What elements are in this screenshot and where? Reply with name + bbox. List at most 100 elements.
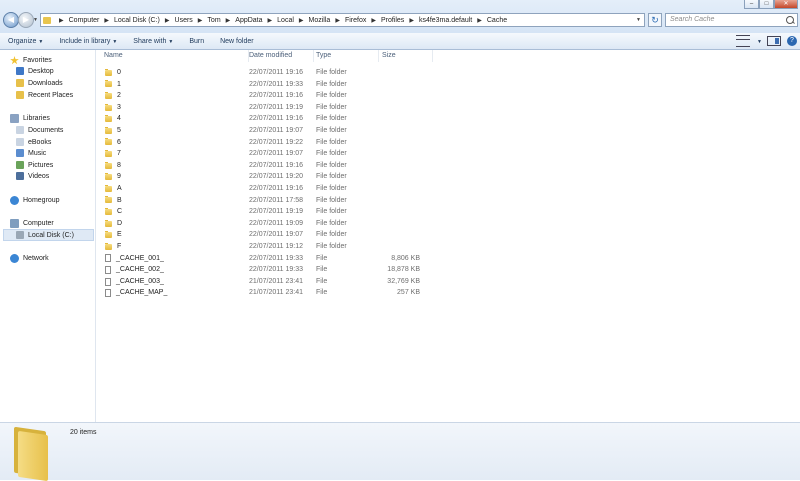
- nav-network[interactable]: Network: [10, 254, 49, 263]
- nav-favorites[interactable]: Favorites: [10, 56, 52, 65]
- share-with-button[interactable]: Share with ▼: [125, 38, 181, 45]
- refresh-button[interactable]: ↻: [648, 13, 662, 27]
- chevron-right-icon[interactable]: ▶: [165, 17, 170, 24]
- column-header-date[interactable]: Date modified: [249, 50, 314, 62]
- new-folder-button[interactable]: New folder: [212, 38, 261, 45]
- column-header-type[interactable]: Type: [316, 50, 379, 62]
- breadcrumb-item[interactable]: Local: [277, 17, 294, 24]
- table-row[interactable]: _CACHE_003_ 21/07/2011 23:41 File 32,769 KB: [96, 276, 800, 288]
- file-type-cell: File: [316, 266, 328, 274]
- file-type-cell: File folder: [316, 185, 347, 192]
- table-row[interactable]: F 22/07/2011 19:12 File folder: [96, 241, 800, 253]
- views-icon[interactable]: [736, 35, 751, 47]
- file-name-cell: _CACHE_001_: [105, 253, 164, 265]
- table-row[interactable]: E 22/07/2011 19:07 File folder: [96, 229, 800, 241]
- table-row[interactable]: 4 22/07/2011 19:16 File folder: [96, 113, 800, 125]
- breadcrumb-item[interactable]: Firefox: [345, 17, 366, 24]
- breadcrumb-item[interactable]: Users: [175, 17, 193, 24]
- table-row[interactable]: 9 22/07/2011 19:20 File folder: [96, 171, 800, 183]
- nav-libraries[interactable]: Libraries: [10, 114, 50, 123]
- file-name: A: [117, 185, 122, 192]
- chevron-right-icon[interactable]: ▶: [268, 17, 273, 24]
- include-in-library-button[interactable]: Include in library ▼: [51, 38, 125, 45]
- nav-item-desktop[interactable]: Desktop: [16, 67, 54, 75]
- file-name-cell: _CACHE_MAP_: [105, 287, 167, 299]
- chevron-right-icon[interactable]: ▶: [198, 17, 203, 24]
- file-name: 7: [117, 150, 121, 158]
- table-row[interactable]: 2 22/07/2011 19:16 File folder: [96, 90, 800, 102]
- file-type-cell: File folder: [316, 115, 347, 123]
- minimize-button[interactable]: –: [744, 0, 759, 9]
- file-date-cell: 21/07/2011 23:41: [249, 277, 303, 285]
- chevron-right-icon[interactable]: ▶: [335, 17, 340, 24]
- table-row[interactable]: _CACHE_001_ 22/07/2011 19:33 File 8,806 KB: [96, 253, 800, 265]
- table-row[interactable]: C 22/07/2011 19:19 File folder: [96, 206, 800, 218]
- file-name: 6: [117, 138, 121, 146]
- file-date-cell: 22/07/2011 19:16: [249, 92, 303, 100]
- nav-item-label: Desktop: [28, 67, 54, 75]
- forward-button[interactable]: ▶: [18, 12, 34, 28]
- table-row[interactable]: 1 22/07/2011 19:33 File folder: [96, 79, 800, 91]
- address-dropdown-icon[interactable]: ▼: [636, 17, 641, 23]
- help-icon[interactable]: ?: [787, 36, 797, 46]
- table-row[interactable]: B 22/07/2011 17:58 File folder: [96, 195, 800, 207]
- nav-homegroup[interactable]: Homegroup: [10, 196, 60, 205]
- nav-item-music[interactable]: Music: [16, 149, 46, 157]
- breadcrumb-item[interactable]: Cache: [487, 17, 507, 24]
- table-row[interactable]: A 22/07/2011 19:16 File folder: [96, 183, 800, 195]
- chevron-right-icon[interactable]: ▶: [299, 17, 304, 24]
- nav-item-label: eBooks: [28, 138, 52, 146]
- breadcrumb-item[interactable]: ks4fe3ma.default: [419, 17, 472, 24]
- nav-item-recent-places[interactable]: Recent Places: [16, 91, 73, 99]
- breadcrumb-item[interactable]: Profiles: [381, 17, 404, 24]
- table-row[interactable]: D 22/07/2011 19:09 File folder: [96, 218, 800, 230]
- file-date-cell: 21/07/2011 23:41: [249, 289, 303, 297]
- table-row[interactable]: 6 22/07/2011 19:22 File folder: [96, 137, 800, 149]
- table-row[interactable]: _CACHE_002_ 22/07/2011 19:33 File 18,878 KB: [96, 264, 800, 276]
- table-row[interactable]: 0 22/07/2011 19:16 File folder: [96, 67, 800, 79]
- file-date-cell: 22/07/2011 19:07: [249, 231, 303, 239]
- search-input[interactable]: Search Cache: [665, 13, 798, 27]
- chevron-right-icon[interactable]: ▶: [409, 17, 414, 24]
- nav-item-videos[interactable]: Videos: [16, 172, 49, 180]
- nav-item-pictures[interactable]: Pictures: [16, 161, 53, 169]
- folder-icon: [105, 138, 112, 146]
- preview-pane-icon[interactable]: [767, 36, 781, 46]
- nav-computer[interactable]: Computer: [10, 219, 54, 228]
- nav-item-ebooks[interactable]: eBooks: [16, 138, 51, 146]
- breadcrumb-item[interactable]: Computer: [69, 17, 100, 24]
- nav-item-downloads[interactable]: Downloads: [16, 79, 63, 87]
- chevron-right-icon[interactable]: ▶: [59, 17, 64, 24]
- organize-button[interactable]: Organize ▼: [0, 38, 51, 45]
- views-dropdown-icon[interactable]: ▼: [753, 38, 764, 45]
- chevron-right-icon[interactable]: ▶: [371, 17, 376, 24]
- window-controls: – □ ✕: [744, 0, 798, 9]
- column-header-size[interactable]: Size: [382, 50, 433, 62]
- breadcrumb-item[interactable]: Tom: [207, 17, 220, 24]
- chevron-right-icon[interactable]: ▶: [477, 17, 482, 24]
- nav-item-documents[interactable]: Documents: [16, 126, 63, 134]
- maximize-button[interactable]: □: [759, 0, 774, 9]
- chevron-right-icon[interactable]: ▶: [226, 17, 231, 24]
- recent-pages-dropdown[interactable]: ▼: [33, 17, 38, 23]
- file-date-cell: 22/07/2011 19:07: [249, 127, 303, 134]
- burn-button[interactable]: Burn: [181, 38, 212, 45]
- nav-item-local-disk[interactable]: Local Disk (C:): [3, 229, 94, 241]
- table-row[interactable]: 5 22/07/2011 19:07 File folder: [96, 125, 800, 137]
- breadcrumb-item[interactable]: Local Disk (C:): [114, 17, 160, 24]
- back-button[interactable]: ◀: [3, 12, 19, 28]
- table-row[interactable]: 3 22/07/2011 19:19 File folder: [96, 102, 800, 114]
- folder-icon: [105, 173, 112, 181]
- table-row[interactable]: 8 22/07/2011 19:16 File folder: [96, 160, 800, 172]
- chevron-right-icon[interactable]: ▶: [104, 17, 109, 24]
- documents-icon: [16, 126, 24, 134]
- breadcrumb-item[interactable]: Mozilla: [309, 17, 331, 24]
- address-bar[interactable]: ▶ Computer ▶ Local Disk (C:) ▶ Users ▶ T…: [40, 13, 645, 27]
- table-row[interactable]: 7 22/07/2011 19:07 File folder: [96, 148, 800, 160]
- column-header-name[interactable]: Name: [104, 50, 249, 62]
- close-button[interactable]: ✕: [774, 0, 798, 9]
- breadcrumb-item[interactable]: AppData: [235, 17, 262, 24]
- table-row[interactable]: _CACHE_MAP_ 21/07/2011 23:41 File 257 KB: [96, 287, 800, 299]
- file-size-cell: 257 KB: [397, 289, 420, 297]
- chevron-down-icon: ▼: [112, 38, 118, 45]
